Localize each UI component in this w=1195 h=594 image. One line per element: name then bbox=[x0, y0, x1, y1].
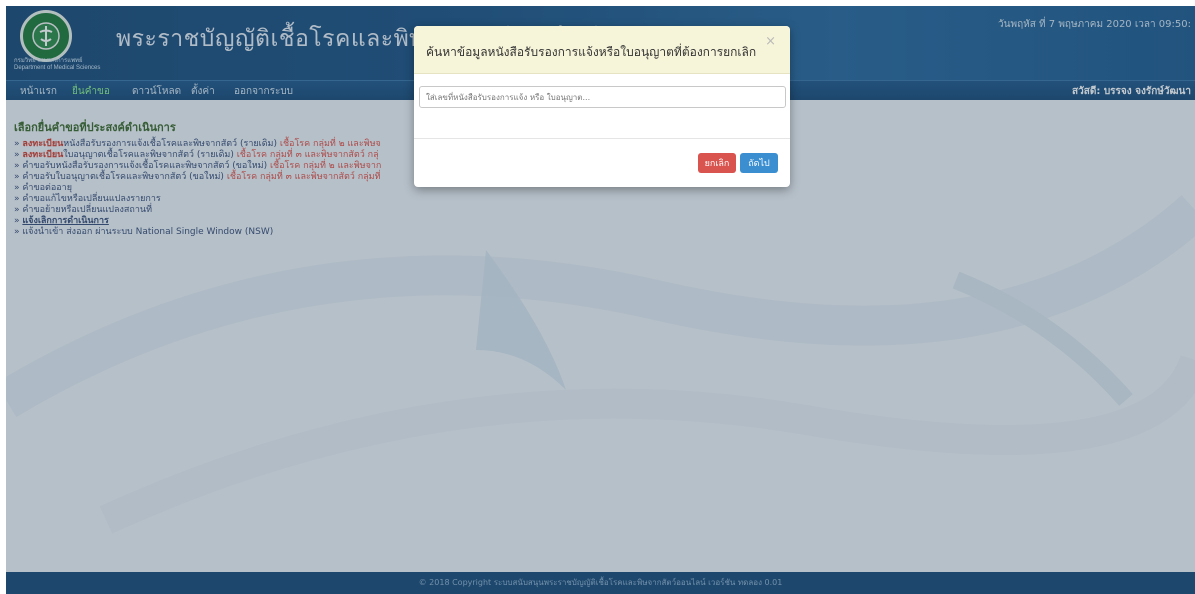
dialog-header: ค้นหาข้อมูลหนังสือรับรองการแจ้งหรือใบอนุ… bbox=[414, 26, 790, 74]
dialog-title: ค้นหาข้อมูลหนังสือรับรองการแจ้งหรือใบอนุ… bbox=[426, 45, 757, 59]
cancel-button[interactable]: ยกเลิก bbox=[698, 153, 736, 173]
next-button[interactable]: ถัดไป bbox=[740, 153, 778, 173]
app-frame: กรมวิทยาศาสตร์การแพทย์ Department of Med… bbox=[6, 6, 1195, 594]
dialog-body bbox=[414, 74, 790, 139]
cancel-search-dialog: ค้นหาข้อมูลหนังสือรับรองการแจ้งหรือใบอนุ… bbox=[414, 26, 790, 187]
close-icon[interactable]: × bbox=[765, 34, 776, 49]
certificate-number-input[interactable] bbox=[419, 86, 786, 108]
